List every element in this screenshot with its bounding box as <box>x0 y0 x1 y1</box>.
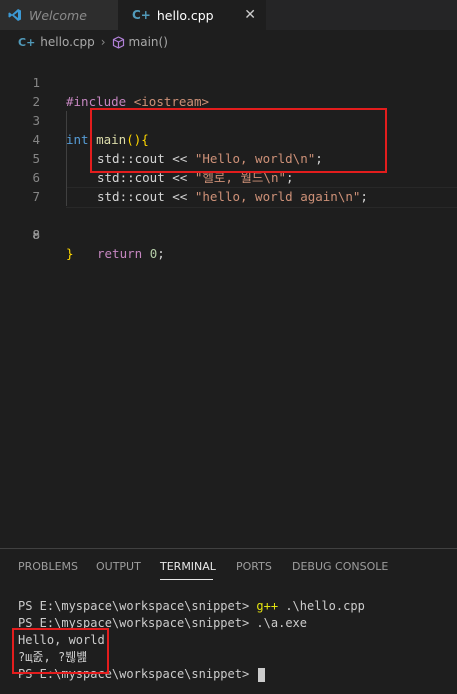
tab-output[interactable]: OUTPUT <box>96 560 141 573</box>
indent-guide <box>66 111 67 206</box>
breadcrumb-symbol[interactable]: main() <box>129 35 168 49</box>
tab-terminal[interactable]: TERMINAL <box>160 560 216 573</box>
chevron-right-icon: › <box>100 35 106 49</box>
editor-tab-bar: Welcome C+ hello.cpp ✕ <box>0 0 457 30</box>
active-tab-underline <box>160 579 213 580</box>
tab-welcome-label: Welcome <box>29 7 87 23</box>
breadcrumb: C+ hello.cpp › main() <box>18 33 168 51</box>
vscode-icon <box>8 9 21 21</box>
return-keyword: return <box>97 246 143 261</box>
breadcrumb-file[interactable]: hello.cpp <box>40 35 94 49</box>
command-args: .\a.exe <box>256 616 307 630</box>
close-brace: } <box>66 246 74 261</box>
terminal-cursor <box>258 667 266 682</box>
tab-welcome[interactable]: Welcome <box>0 0 119 30</box>
terminal-line: PS E:\myspace\workspace\snippet> g++ .\h… <box>18 598 365 615</box>
close-icon[interactable]: ✕ <box>244 7 256 23</box>
bottom-panel: PROBLEMS OUTPUT TERMINAL PORTS DEBUG CON… <box>0 548 457 694</box>
prompt: PS E:\myspace\workspace\snippet> <box>18 599 257 613</box>
tab-ports[interactable]: PORTS <box>236 560 272 573</box>
code-line: 1 #include <iostream> <box>0 54 457 109</box>
command-args: .\hello.cpp <box>278 599 365 613</box>
annotation-box-output <box>12 628 109 674</box>
semicolon: ; <box>157 246 165 261</box>
tab-problems[interactable]: PROBLEMS <box>18 560 78 573</box>
tab-hello-cpp[interactable]: C+ hello.cpp ✕ <box>118 0 266 30</box>
cpp-file-icon: C+ <box>18 35 36 49</box>
panel-tabs: PROBLEMS OUTPUT TERMINAL PORTS DEBUG CON… <box>0 549 457 585</box>
cpp-file-icon: C+ <box>132 8 151 22</box>
cube-icon <box>112 35 124 49</box>
code-line-active: 8 return 0; <box>0 187 457 261</box>
code-line: 9 } <box>0 206 457 261</box>
tab-hello-cpp-label: hello.cpp <box>156 7 214 23</box>
command: g++ <box>256 599 279 613</box>
annotation-box-code <box>90 108 387 173</box>
code-line: 2 <box>0 73 457 109</box>
tab-debug-console[interactable]: DEBUG CONSOLE <box>292 560 388 573</box>
current-line-highlight <box>66 187 457 208</box>
line-number: 9 <box>32 227 40 242</box>
